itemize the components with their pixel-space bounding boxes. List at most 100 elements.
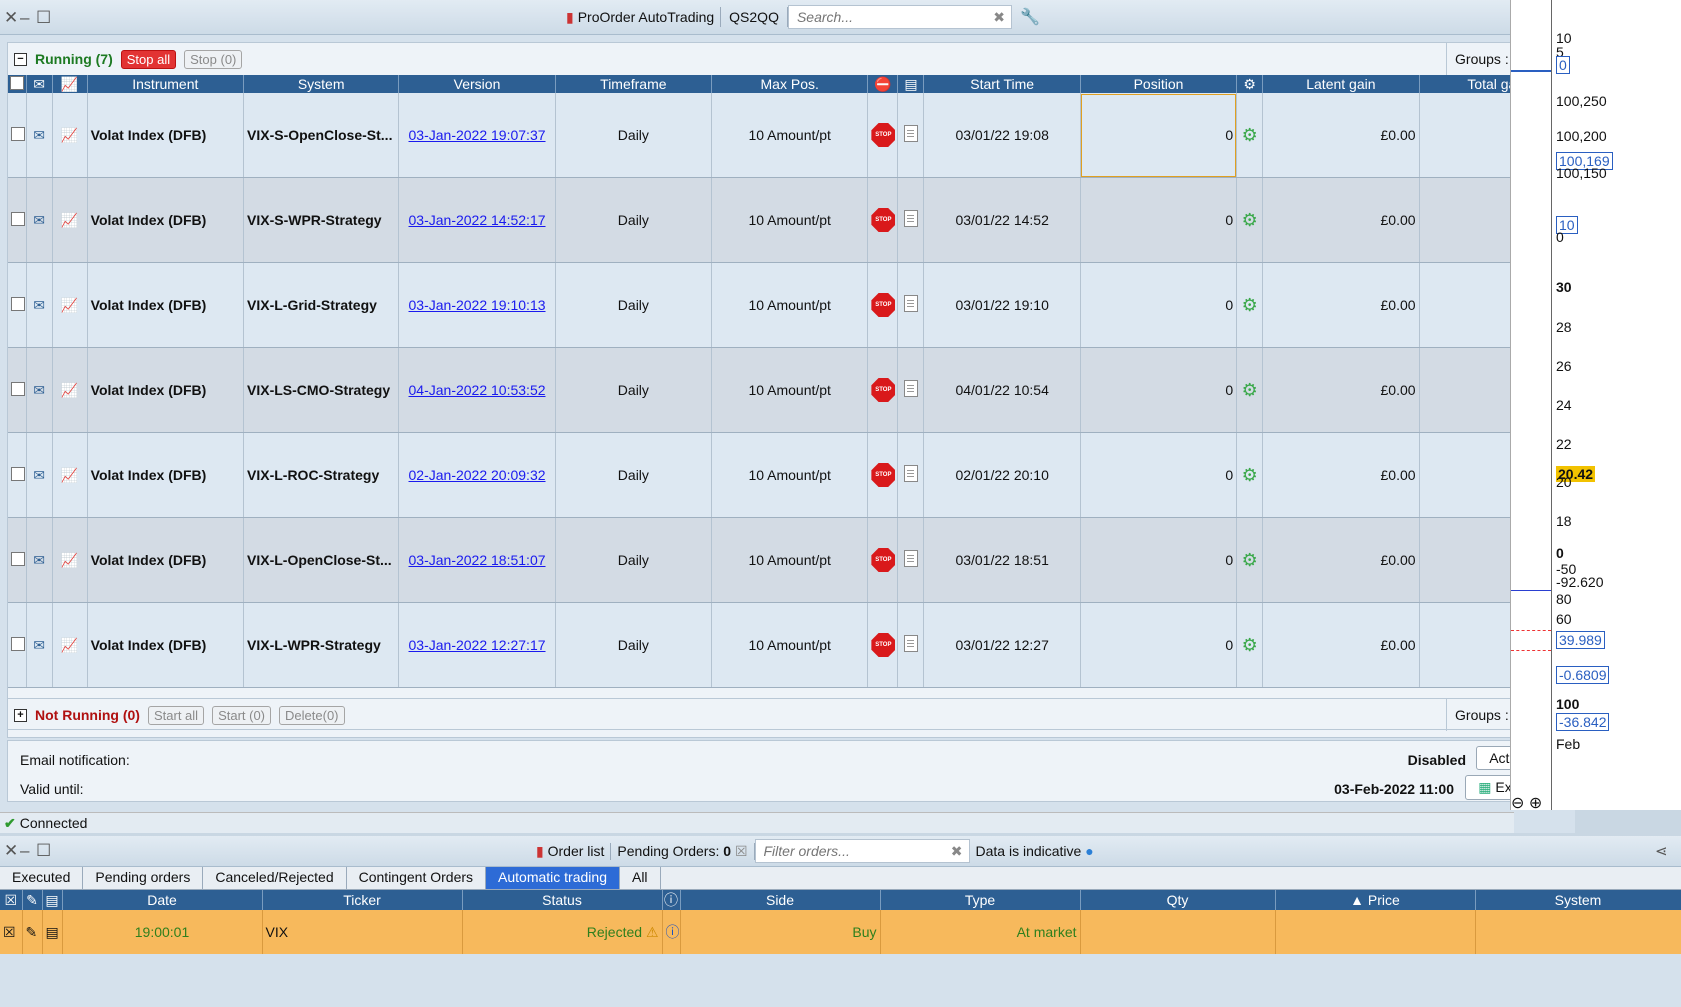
gear-icon[interactable]: ⚙ — [1242, 380, 1258, 400]
table-row[interactable]: ✉ 📈 Volat Index (DFB) VIX-LS-CMO-Strategy 04… — [8, 347, 1577, 433]
instrument-cell[interactable]: Volat Index (DFB) — [87, 93, 245, 178]
instrument-cell[interactable]: Volat Index (DFB) — [87, 432, 245, 518]
chart-icon[interactable]: 📈 — [52, 93, 88, 178]
system-cell[interactable]: VIX-S-OpenClose-St... — [243, 93, 400, 178]
col-price[interactable]: ▲ Price — [1275, 890, 1476, 910]
row-checkbox[interactable] — [8, 177, 27, 263]
col-start-time[interactable]: Start Time — [923, 75, 1081, 93]
table-row[interactable]: ✉ 📈 Volat Index (DFB) VIX-S-OpenClose-St...… — [8, 93, 1577, 178]
system-cell[interactable]: VIX-LS-CMO-Strategy — [243, 347, 400, 433]
stop-icon[interactable]: STOP — [871, 293, 896, 317]
stop-selected-button[interactable]: Stop (0) — [184, 49, 243, 69]
email-icon[interactable]: ✉ — [26, 432, 53, 518]
chart-icon[interactable]: 📈 — [52, 517, 88, 603]
maximize-icon[interactable]: ☐ — [36, 841, 51, 861]
table-row[interactable]: ✉ 📈 Volat Index (DFB) VIX-L-OpenClose-St...… — [8, 517, 1577, 603]
table-row[interactable]: ✉ 📈 Volat Index (DFB) VIX-S-WPR-Strategy 03-… — [8, 177, 1577, 263]
clear-pending-icon[interactable]: ☒ — [735, 843, 748, 859]
clear-search-icon[interactable]: ✖ — [993, 9, 1005, 26]
chart-icon[interactable]: 📈 — [52, 177, 88, 263]
document-icon[interactable] — [903, 380, 918, 397]
document-icon[interactable] — [903, 635, 918, 652]
col-instrument[interactable]: Instrument — [87, 75, 245, 93]
document-icon[interactable] — [903, 125, 918, 142]
version-link[interactable]: 03-Jan-2022 19:07:37 — [398, 93, 556, 178]
gear-icon[interactable]: ⚙ — [1242, 210, 1258, 230]
instrument-cell[interactable]: Volat Index (DFB) — [87, 177, 245, 263]
row-checkbox[interactable] — [8, 432, 27, 518]
minimize-icon[interactable]: ‒ — [20, 841, 29, 861]
document-icon[interactable] — [903, 210, 918, 227]
col-version[interactable]: Version — [398, 75, 556, 93]
table-row[interactable]: ✉ 📈 Volat Index (DFB) VIX-L-ROC-Strategy 02-… — [8, 432, 1577, 518]
gear-icon[interactable]: ⚙ — [1242, 550, 1258, 570]
order-row[interactable]: ☒ ✎ ▤ 19:00:01 VIX Rejected ⚠ ⓘ Buy At m… — [0, 910, 1681, 954]
chart-icon[interactable]: 📈 — [52, 262, 88, 348]
zoom-out-icon[interactable]: ⊖ — [1511, 795, 1524, 812]
tab-pending-orders[interactable]: Pending orders — [83, 867, 204, 889]
col-qty[interactable]: Qty — [1080, 890, 1276, 910]
row-checkbox[interactable] — [8, 347, 27, 433]
document-icon[interactable] — [903, 295, 918, 312]
share-icon[interactable]: ⋖ — [1655, 842, 1668, 860]
filter-orders-input[interactable] — [761, 842, 936, 860]
gear-icon[interactable]: ⚙ — [1242, 635, 1258, 655]
close-icon[interactable]: ✕ — [4, 8, 18, 28]
tab-automatic-trading[interactable]: Automatic trading — [486, 867, 620, 889]
col-position[interactable]: Position — [1080, 75, 1238, 93]
document-icon[interactable] — [903, 465, 918, 482]
collapse-icon[interactable]: − — [14, 52, 27, 66]
instrument-cell[interactable]: Volat Index (DFB) — [87, 347, 245, 433]
start-selected-button[interactable]: Start (0) — [212, 705, 272, 725]
instrument-cell[interactable]: Volat Index (DFB) — [87, 602, 245, 688]
gear-icon[interactable]: ⚙ — [1242, 125, 1258, 145]
col-type[interactable]: Type — [880, 890, 1081, 910]
tab-all[interactable]: All — [620, 867, 661, 889]
minimize-icon[interactable]: ‒ — [20, 8, 29, 28]
edit-order-icon[interactable]: ✎ — [22, 910, 43, 954]
version-link[interactable]: 03-Jan-2022 14:52:17 — [398, 177, 556, 263]
row-checkbox[interactable] — [8, 262, 27, 348]
version-link[interactable]: 02-Jan-2022 20:09:32 — [398, 432, 556, 518]
row-checkbox[interactable] — [8, 517, 27, 603]
col-system[interactable]: System — [1475, 890, 1681, 910]
system-cell[interactable]: VIX-L-OpenClose-St... — [243, 517, 400, 603]
system-cell[interactable]: VIX-L-ROC-Strategy — [243, 432, 400, 518]
chart-icon[interactable]: 📈 — [52, 347, 88, 433]
version-link[interactable]: 03-Jan-2022 18:51:07 — [398, 517, 556, 603]
system-cell[interactable]: VIX-S-WPR-Strategy — [243, 177, 400, 263]
col-timeframe[interactable]: Timeframe — [555, 75, 713, 93]
system-cell[interactable]: VIX-L-Grid-Strategy — [243, 262, 400, 348]
stop-icon[interactable]: STOP — [871, 633, 896, 657]
close-icon[interactable]: ✕ — [4, 841, 18, 861]
stop-icon[interactable]: STOP — [871, 123, 896, 147]
price-chart-strip[interactable]: 10 5 0 100,250 100,200 100,169 100,150 10 0 30 28 2… — [1510, 0, 1681, 812]
col-max-pos[interactable]: Max Pos. — [711, 75, 869, 93]
email-icon[interactable]: ✉ — [26, 262, 53, 348]
expand-icon[interactable]: + — [14, 708, 27, 722]
instrument-cell[interactable]: Volat Index (DFB) — [87, 517, 245, 603]
tab-executed[interactable]: Executed — [0, 867, 84, 889]
email-icon[interactable]: ✉ — [26, 517, 53, 603]
col-side[interactable]: Side — [680, 890, 881, 910]
col-system[interactable]: System — [243, 75, 400, 93]
search-input[interactable] — [794, 8, 979, 26]
col-latent-gain[interactable]: Latent gain — [1262, 75, 1420, 93]
delete-selected-button[interactable]: Delete(0) — [279, 705, 345, 725]
tab-contingent-orders[interactable]: Contingent Orders — [347, 867, 487, 889]
row-checkbox[interactable] — [8, 93, 27, 178]
email-icon[interactable]: ✉ — [26, 93, 53, 178]
gear-icon[interactable]: ⚙ — [1242, 465, 1258, 485]
maximize-icon[interactable]: ☐ — [36, 8, 51, 28]
gear-icon[interactable]: ⚙ — [1242, 295, 1258, 315]
wrench-icon[interactable]: 🔧 — [1012, 7, 1040, 27]
version-link[interactable]: 03-Jan-2022 19:10:13 — [398, 262, 556, 348]
chart-icon[interactable]: 📈 — [52, 432, 88, 518]
system-cell[interactable]: VIX-L-WPR-Strategy — [243, 602, 400, 688]
start-all-button[interactable]: Start all — [147, 705, 205, 725]
col-ticker[interactable]: Ticker — [262, 890, 463, 910]
zoom-in-icon[interactable]: ⊕ — [1529, 795, 1542, 812]
instrument-cell[interactable]: Volat Index (DFB) — [87, 262, 245, 348]
tab-canceled-rejected[interactable]: Canceled/Rejected — [203, 867, 347, 889]
table-row[interactable]: ✉ 📈 Volat Index (DFB) VIX-L-Grid-Strategy 03… — [8, 262, 1577, 348]
